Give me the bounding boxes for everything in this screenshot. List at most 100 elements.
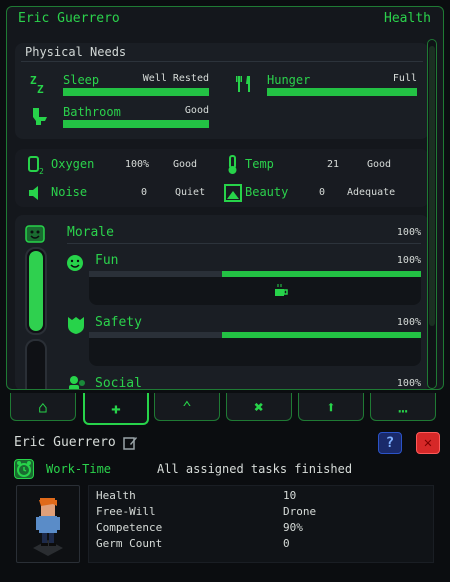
frame-icon (224, 184, 242, 202)
need-bar (63, 88, 209, 96)
stat-value: 0 (283, 537, 290, 550)
section-header: Physical Needs (25, 45, 127, 59)
tab-tools[interactable]: ✖ (226, 393, 292, 421)
character-sprite (33, 498, 63, 556)
home-icon: ⌂ (38, 397, 48, 416)
divider (21, 61, 423, 62)
morale-value: 100% (396, 227, 421, 238)
character-portrait (16, 485, 80, 563)
stat-value: Drone (283, 505, 317, 518)
need-status: Well Rested (142, 73, 209, 84)
env-label: Noise (51, 185, 88, 199)
more-icon: … (398, 397, 408, 416)
env-value: 0 (141, 187, 148, 198)
tab-more[interactable]: … (370, 393, 436, 421)
env-status: Good (173, 159, 198, 170)
need-bar (63, 120, 209, 128)
stat-key: Competence (96, 521, 163, 534)
alarm-clock-icon[interactable] (14, 459, 34, 479)
plus-icon: ✚ (111, 398, 121, 418)
close-icon: ✕ (423, 435, 433, 451)
env-status: Quiet (175, 187, 206, 198)
env-oxygen: 2 Oxygen 100% Good (27, 155, 207, 175)
toilet-icon (33, 108, 47, 125)
morale-icon (25, 225, 45, 243)
people-icon (69, 376, 85, 389)
morale-meter-secondary (25, 339, 47, 389)
fun-sources (89, 277, 421, 305)
stats-panel: Health 10 Free-Will Drone Competence 90%… (88, 485, 434, 563)
stat-row: Competence 90% (96, 521, 426, 537)
need-label: Sleep (63, 73, 100, 87)
zzz-icon: Z Z (30, 74, 44, 95)
fork-knife-icon (236, 76, 250, 92)
env-beauty: Beauty 0 Adequate (223, 183, 419, 203)
svg-text:Z: Z (37, 83, 44, 95)
svg-text:2: 2 (39, 167, 44, 175)
help-icon: ? (385, 435, 395, 451)
morale-row: Morale 100% (61, 225, 421, 243)
need-label: Hunger (267, 73, 311, 87)
speaker-icon (29, 186, 38, 200)
scrollbar-thumb[interactable] (429, 46, 435, 326)
env-status: Good (367, 159, 392, 170)
panel-title: Eric Guerrero (18, 11, 120, 26)
safety-sources (89, 338, 421, 366)
morale-section: Morale 100% Fun 100% Safety 100% Social … (15, 215, 429, 390)
smiley-icon (67, 255, 83, 271)
coffee-cup-icon (275, 284, 288, 296)
social-label: Social (95, 376, 142, 390)
stat-key: Health (96, 489, 136, 502)
o2-icon: 2 (28, 156, 44, 175)
need-hunger: Hunger Full (233, 73, 417, 97)
env-label: Beauty (245, 185, 289, 199)
stat-key: Free-Will (96, 505, 156, 518)
rank-icon: ⌃ (182, 397, 192, 416)
fun-value: 100% (396, 255, 421, 266)
thermometer-icon (228, 155, 237, 174)
environment-section: 2 Oxygen 100% Good Temp 21 Good Noise 0 … (15, 149, 429, 207)
scrollbar[interactable] (427, 39, 437, 389)
safety-value: 100% (396, 317, 421, 328)
tab-bar: ⌂ ✚ ⌃ ✖ ⬆ … (10, 391, 440, 425)
morale-meter (25, 247, 47, 335)
stat-value: 90% (283, 521, 303, 534)
tools-icon: ✖ (254, 397, 264, 416)
env-value: 21 (327, 159, 340, 170)
character-name: Eric Guerrero (14, 435, 116, 450)
stat-row: Germ Count 0 (96, 537, 426, 553)
divider (67, 243, 421, 244)
env-status: Adequate (347, 187, 396, 198)
physical-needs-section: Physical Needs Z Z Sleep Well Rested Hun… (15, 43, 429, 139)
stat-value: 10 (283, 489, 297, 502)
svg-text:Z: Z (30, 74, 37, 87)
panel-tab-health[interactable]: Health (384, 11, 431, 26)
morale-label: Morale (67, 225, 114, 240)
tab-health[interactable]: ✚ (83, 393, 149, 425)
work-status: All assigned tasks finished (157, 462, 353, 476)
stat-key: Germ Count (96, 537, 163, 550)
health-panel: Eric Guerrero Health Physical Needs Z Z … (6, 6, 444, 390)
env-value: 100% (125, 159, 150, 170)
env-value: 0 (319, 187, 326, 198)
tab-home[interactable]: ⌂ (10, 393, 76, 421)
need-status: Full (392, 73, 417, 84)
safety-label: Safety (95, 315, 142, 330)
need-bathroom: Bathroom Good (29, 105, 209, 129)
need-sleep: Z Z Sleep Well Rested (29, 73, 209, 97)
help-button[interactable]: ? (378, 432, 402, 454)
work-time-label[interactable]: Work-Time (46, 462, 111, 476)
need-label: Bathroom (63, 105, 121, 119)
need-status: Good (184, 105, 209, 116)
fun-label: Fun (95, 253, 119, 268)
need-bar (267, 88, 417, 96)
env-label: Oxygen (51, 157, 95, 171)
tab-upgrade[interactable]: ⬆ (298, 393, 364, 421)
stat-row: Health 10 (96, 489, 426, 505)
upgrade-icon: ⬆ (326, 397, 336, 416)
stat-row: Free-Will Drone (96, 505, 426, 521)
env-noise: Noise 0 Quiet (27, 183, 207, 203)
tab-rank[interactable]: ⌃ (154, 393, 220, 421)
edit-icon[interactable] (122, 435, 138, 451)
close-button[interactable]: ✕ (416, 432, 440, 454)
